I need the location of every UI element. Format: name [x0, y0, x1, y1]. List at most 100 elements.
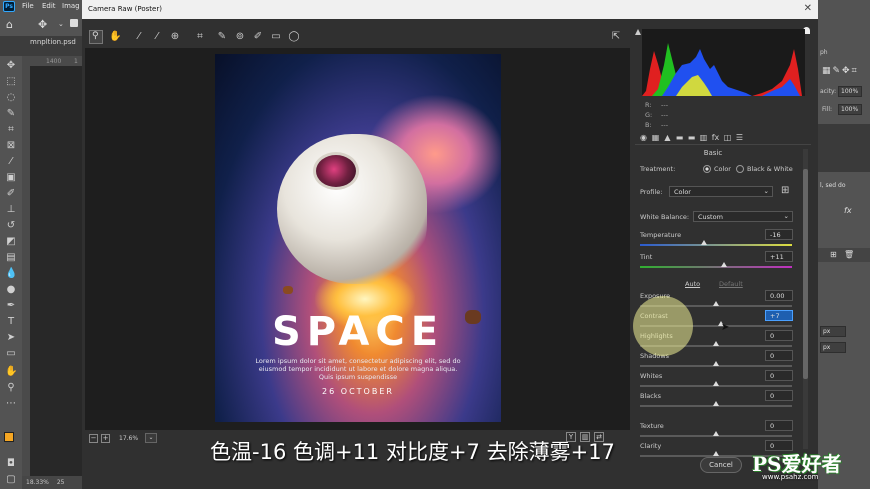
- foreground-color-swatch[interactable]: [4, 432, 14, 442]
- hand-tool-icon[interactable]: ✋: [109, 31, 121, 43]
- basic-panel-icon[interactable]: ◉: [639, 133, 648, 142]
- calibration-icon[interactable]: ◫: [723, 133, 732, 142]
- slider-track-whites[interactable]: [640, 381, 792, 387]
- layer-thumbnail[interactable]: [818, 124, 870, 172]
- lasso-tool-icon[interactable]: ◌: [5, 92, 17, 104]
- color-sampler-icon[interactable]: ⁄: [151, 31, 163, 43]
- brush-tool-icon[interactable]: ✐: [5, 188, 17, 200]
- fill-field[interactable]: 100%: [838, 104, 862, 115]
- hsl-icon[interactable]: ▬: [675, 133, 684, 142]
- slider-track-texture[interactable]: [640, 431, 792, 437]
- zoom-out-button[interactable]: −: [89, 434, 98, 443]
- pen-tool-icon[interactable]: ✒: [5, 300, 17, 312]
- slider-value-highlights[interactable]: 0: [765, 330, 793, 341]
- slider-value-contrast[interactable]: +7: [765, 310, 793, 321]
- fx-icon[interactable]: fx: [844, 206, 852, 215]
- zoom-tool-icon[interactable]: ⚲: [5, 382, 17, 394]
- slider-knob[interactable]: [700, 240, 707, 245]
- open-preferences-icon[interactable]: ⇱: [610, 31, 622, 43]
- profile-browser-icon[interactable]: ⊞: [781, 185, 789, 196]
- effects-fx-icon[interactable]: fx: [711, 133, 720, 142]
- slider-knob[interactable]: [713, 401, 719, 406]
- blur-tool-icon[interactable]: 💧: [5, 268, 17, 280]
- stamp-tool-icon[interactable]: ⊥: [5, 204, 17, 216]
- healing-tool-icon[interactable]: ▣: [5, 172, 17, 184]
- slider-track-shadows[interactable]: [640, 361, 792, 367]
- menu-file[interactable]: File: [22, 2, 34, 10]
- menu-edit[interactable]: Edit: [42, 2, 56, 10]
- slider-knob[interactable]: [713, 361, 719, 366]
- new-layer-icon[interactable]: ⊞: [830, 250, 837, 259]
- slider-track-temperature[interactable]: [640, 240, 792, 246]
- spot-removal-icon[interactable]: ✎: [216, 31, 228, 43]
- quick-select-icon[interactable]: ✎: [5, 108, 17, 120]
- frame-tool-icon[interactable]: ⊠: [5, 140, 17, 152]
- cancel-button[interactable]: Cancel: [700, 457, 742, 473]
- panel-tab[interactable]: ph: [820, 49, 828, 56]
- slider-knob[interactable]: [713, 431, 719, 436]
- treatment-color-radio[interactable]: [703, 165, 711, 173]
- zoom-dropdown[interactable]: ⌄: [145, 433, 157, 443]
- slider-value-exposure[interactable]: 0.00: [765, 290, 793, 301]
- slider-track-blacks[interactable]: [640, 401, 792, 407]
- opacity-field[interactable]: 100%: [838, 86, 862, 97]
- lens-icon[interactable]: ▥: [699, 133, 708, 142]
- slider-knob[interactable]: [713, 451, 719, 456]
- type-tool-icon[interactable]: T: [5, 316, 17, 328]
- gradient-tool-icon[interactable]: ▤: [5, 252, 17, 264]
- history-brush-icon[interactable]: ↺: [5, 220, 17, 232]
- detail-icon[interactable]: ▲: [663, 133, 672, 142]
- quick-mask-icon[interactable]: ◘: [5, 458, 17, 470]
- crop-icon[interactable]: ⌗: [194, 31, 206, 43]
- eyedropper-tool-icon[interactable]: ⁄: [5, 156, 17, 168]
- dodge-tool-icon[interactable]: ●: [5, 284, 17, 296]
- white-balance-select[interactable]: Custom ⌄: [693, 211, 793, 222]
- move-icon[interactable]: ✥: [38, 18, 47, 31]
- checkbox-icon[interactable]: [70, 19, 78, 27]
- shape-tool-icon[interactable]: ▭: [5, 348, 17, 360]
- slider-knob[interactable]: [713, 381, 719, 386]
- screen-mode-icon[interactable]: ▢: [5, 474, 17, 486]
- slider-knob[interactable]: [713, 301, 719, 306]
- trash-icon[interactable]: 🗑: [844, 250, 854, 259]
- treatment-bw-radio[interactable]: [736, 165, 744, 173]
- slider-value-texture[interactable]: 0: [765, 420, 793, 431]
- crop-tool-icon[interactable]: ⌗: [5, 124, 17, 136]
- more-tools-icon[interactable]: ⋯: [5, 398, 17, 410]
- zoom-tool-icon[interactable]: ⚲: [89, 30, 103, 44]
- slider-track-tint[interactable]: [640, 262, 792, 268]
- white-balance-icon[interactable]: ⁄: [133, 31, 145, 43]
- auto-button[interactable]: Auto: [685, 280, 700, 288]
- chevron-down-icon[interactable]: ⌄: [58, 20, 64, 28]
- default-button[interactable]: Default: [719, 280, 743, 288]
- red-eye-icon[interactable]: ⊚: [234, 31, 246, 43]
- targeted-adjust-icon[interactable]: ⊕: [169, 31, 181, 43]
- radial-filter-icon[interactable]: ◯: [288, 31, 300, 43]
- graduated-filter-icon[interactable]: ▭: [270, 31, 282, 43]
- lock-icons[interactable]: ▦✎✥⌗: [822, 66, 868, 78]
- slider-value-blacks[interactable]: 0: [765, 390, 793, 401]
- split-toning-icon[interactable]: ▬: [687, 133, 696, 142]
- document-tab[interactable]: mnpltion.psd: [30, 38, 76, 46]
- path-select-icon[interactable]: ➤: [5, 332, 17, 344]
- adjustment-brush-icon[interactable]: ✐: [252, 31, 264, 43]
- profile-select[interactable]: Color ⌄: [669, 186, 773, 197]
- menu-image[interactable]: Imag: [62, 2, 80, 10]
- eraser-tool-icon[interactable]: ◩: [5, 236, 17, 248]
- home-icon[interactable]: ⌂: [6, 18, 13, 31]
- shadow-clip-icon[interactable]: [635, 29, 641, 35]
- slider-knob[interactable]: [720, 262, 727, 267]
- px-field[interactable]: px: [820, 342, 846, 353]
- marquee-tool-icon[interactable]: ⬚: [5, 76, 17, 88]
- slider-value-tint[interactable]: +11: [765, 251, 793, 262]
- hand-tool-icon[interactable]: ✋: [5, 366, 17, 378]
- slider-value-temperature[interactable]: -16: [765, 229, 793, 240]
- slider-knob[interactable]: [713, 341, 719, 346]
- image-preview[interactable]: SPACE Lorem ipsum dolor sit amet, consec…: [85, 48, 630, 430]
- slider-value-whites[interactable]: 0: [765, 370, 793, 381]
- tone-curve-icon[interactable]: ▦: [651, 133, 660, 142]
- presets-icon[interactable]: ☰: [735, 133, 744, 142]
- zoom-in-button[interactable]: +: [101, 434, 110, 443]
- close-icon[interactable]: ✕: [804, 3, 812, 14]
- scroll-thumb[interactable]: [803, 169, 808, 379]
